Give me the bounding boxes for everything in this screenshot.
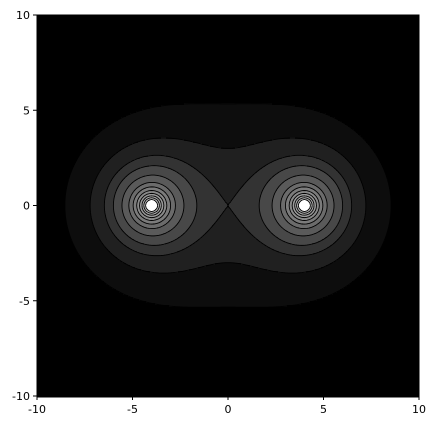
x-tick-label: 0 — [225, 403, 232, 416]
x-tick-label: 10 — [412, 403, 426, 416]
y-tick-label: -5 — [19, 295, 30, 308]
contour-plot: -10 -5 0 5 10 -10 -5 0 5 10 — [12, 9, 426, 416]
y-tick-label: 0 — [23, 200, 30, 213]
y-tick-label: -10 — [12, 390, 30, 403]
y-tick-label: 10 — [16, 9, 30, 22]
x-tick-label: -5 — [127, 403, 138, 416]
x-axis: -10 -5 0 5 10 — [28, 396, 426, 416]
x-tick-label: 5 — [320, 403, 327, 416]
x-tick-label: -10 — [28, 403, 46, 416]
y-axis: -10 -5 0 5 10 — [12, 9, 37, 403]
y-tick-label: 5 — [23, 104, 30, 117]
